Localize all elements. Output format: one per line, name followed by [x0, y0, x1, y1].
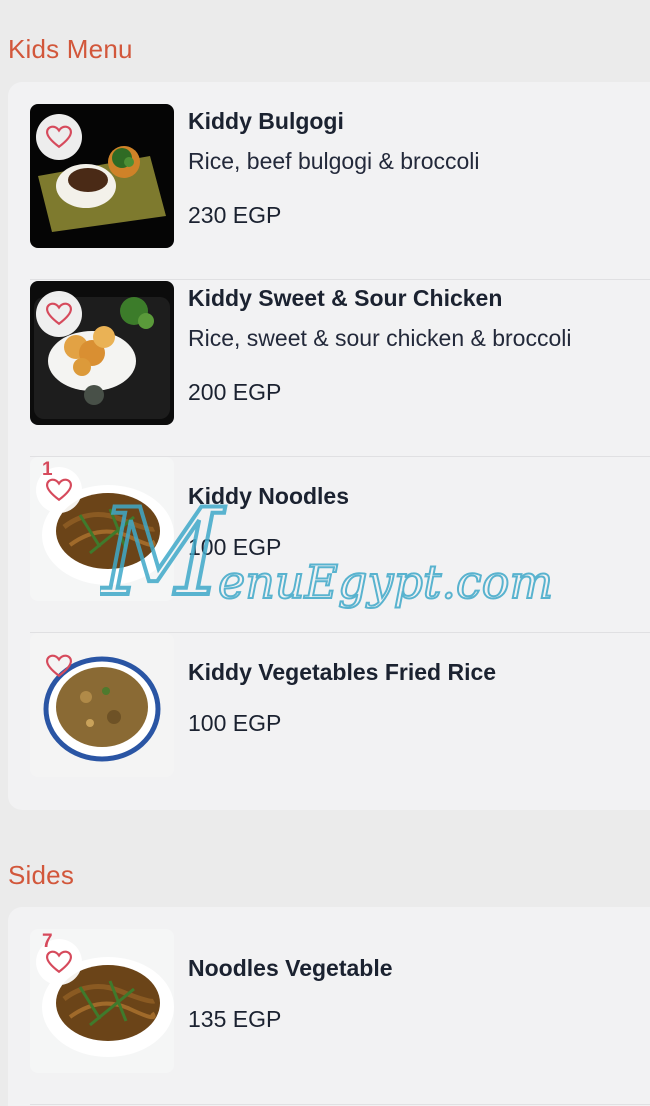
item-price: 100 EGP [188, 534, 282, 560]
sides-card: 7 Noodles Vegetable 135 EGP [8, 907, 650, 1106]
heart-outline-icon [46, 302, 72, 326]
menu-item-kiddy-bulgogi[interactable]: Kiddy Bulgogi Rice, beef bulgogi & brocc… [30, 104, 650, 280]
favorite-button[interactable] [36, 643, 82, 689]
dish-image: 7 [30, 929, 174, 1073]
item-price: 100 EGP [188, 710, 282, 736]
favorite-count: 7 [42, 931, 53, 952]
menu-item-noodles-vegetable[interactable]: 7 Noodles Vegetable 135 EGP [30, 929, 650, 1105]
section-title-kids-menu: Kids Menu [8, 34, 133, 64]
item-price: 230 EGP [188, 202, 282, 228]
heart-outline-icon [46, 478, 72, 502]
menu-item-kiddy-sweet-sour-chicken[interactable]: Kiddy Sweet & Sour Chicken Rice, sweet &… [30, 281, 650, 457]
heart-outline-icon [46, 950, 72, 974]
item-description: Rice, beef bulgogi & broccoli [188, 148, 480, 174]
menu-page: Kids Menu Kiddy Bulgogi Rice, beef bulgo… [0, 0, 650, 1106]
dish-image [30, 633, 174, 777]
favorite-button[interactable] [36, 114, 82, 160]
item-name: Kiddy Bulgogi [188, 108, 344, 134]
item-name: Kiddy Noodles [188, 483, 350, 509]
item-name: Kiddy Sweet & Sour Chicken [188, 285, 503, 311]
kids-menu-card: Kiddy Bulgogi Rice, beef bulgogi & brocc… [8, 82, 650, 810]
item-price: 135 EGP [188, 1006, 282, 1032]
favorite-count: 1 [42, 459, 53, 480]
menu-item-kiddy-vegetables-fried-rice[interactable]: Kiddy Vegetables Fried Rice 100 EGP [30, 633, 650, 809]
item-name: Noodles Vegetable [188, 955, 393, 981]
item-name: Kiddy Vegetables Fried Rice [188, 659, 497, 685]
dish-image [30, 281, 174, 425]
favorite-button[interactable] [36, 291, 82, 337]
item-price: 200 EGP [188, 379, 282, 405]
heart-outline-icon [46, 654, 72, 678]
heart-outline-icon [46, 125, 72, 149]
menu-item-kiddy-noodles[interactable]: 1 Kiddy Noodles 100 EGP [30, 457, 650, 633]
item-description: Rice, sweet & sour chicken & broccoli [188, 325, 572, 351]
dish-image: 1 [30, 457, 174, 601]
dish-image [30, 104, 174, 248]
section-title-sides: Sides [8, 860, 75, 890]
